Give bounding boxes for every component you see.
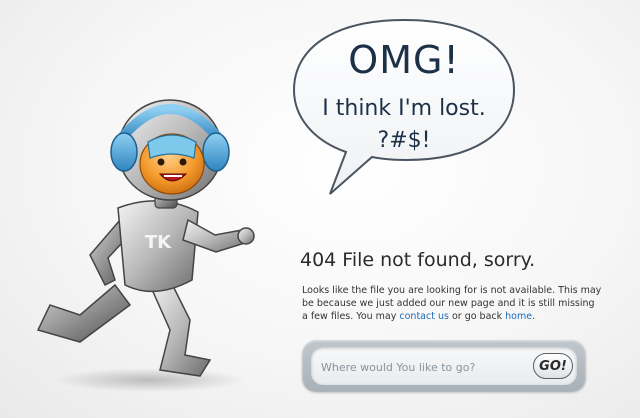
bubble-line-lost: I think I'm lost. (322, 96, 486, 121)
error-text-part3: . (532, 311, 536, 322)
contact-us-link[interactable]: contact us (399, 311, 449, 322)
go-button[interactable]: GO! (533, 353, 573, 379)
error-title: 404 File not found, sorry. (300, 249, 536, 271)
search-field-container: GO! (311, 347, 577, 385)
bubble-line-symbols: ?#$! (377, 128, 431, 153)
chest-letters: TK (145, 232, 172, 253)
search-input[interactable] (319, 356, 523, 378)
error-description: Looks like the file you are looking for … (302, 284, 602, 323)
error-text-part2: or go back (448, 311, 506, 322)
robot-mascot-illustration: TK (36, 99, 255, 392)
search-box: GO! (302, 340, 586, 392)
home-link[interactable]: home (505, 311, 532, 322)
bubble-headline: OMG! (348, 38, 460, 82)
